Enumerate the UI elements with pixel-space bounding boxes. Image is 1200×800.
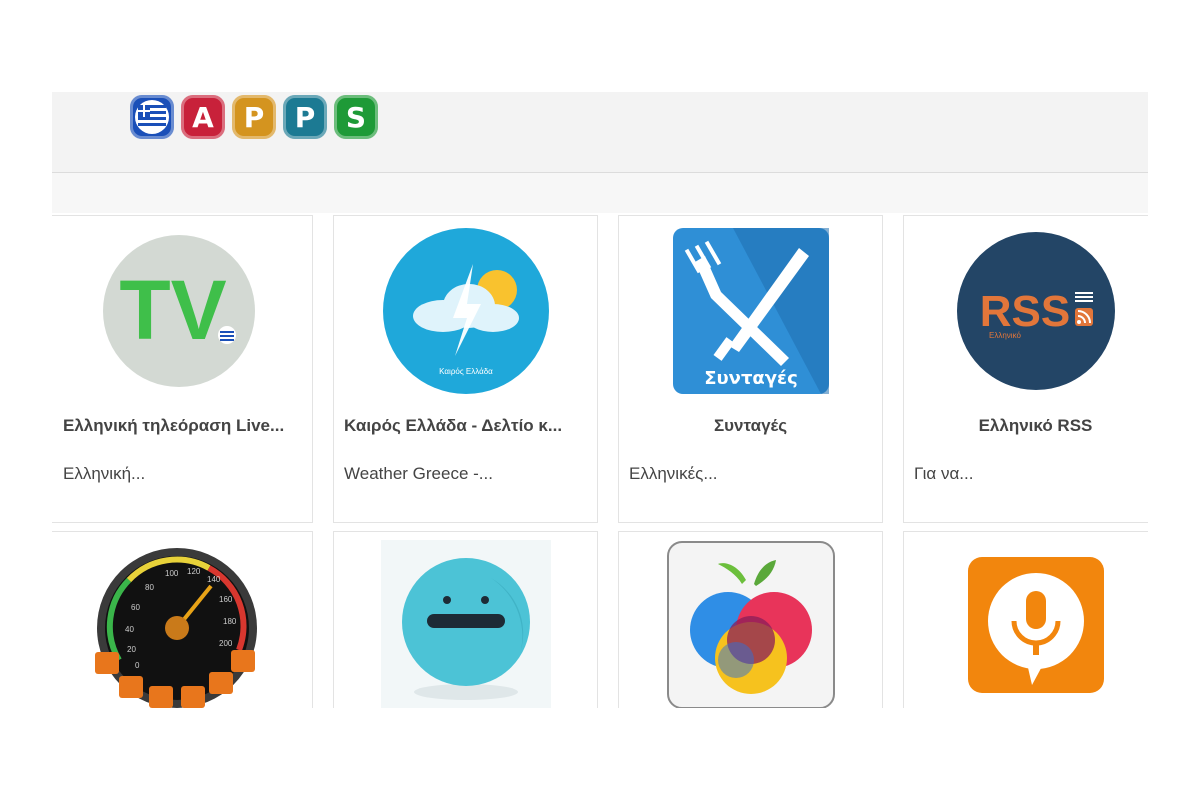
weather-icon-caption: Καιρός Ελλάδα <box>439 367 493 376</box>
tv-icon-text: TV <box>119 263 226 357</box>
gauge-tick: 20 <box>127 645 136 654</box>
weather-icon: Καιρός Ελλάδα <box>334 226 597 396</box>
logo-letter-p: P <box>283 95 327 139</box>
page-frame: A P P S TV Ελληνική τηλεόραση Live... Ελ… <box>52 92 1148 708</box>
greek-flag-icon <box>130 95 174 139</box>
app-description: Για να... <box>914 464 974 483</box>
app-card[interactable] <box>618 531 883 708</box>
app-title[interactable]: Καιρός Ελλάδα - Δελτίο κ... <box>344 416 587 436</box>
app-description: Weather Greece -... <box>344 464 493 483</box>
app-title[interactable]: Ελληνική τηλεόραση Live... <box>63 416 302 436</box>
app-card[interactable] <box>333 531 598 708</box>
rss-icon: RSS Ελληνικό <box>904 226 1148 396</box>
logo-letter-a: A <box>181 95 225 139</box>
app-title[interactable]: Ελληνικό RSS <box>914 416 1148 436</box>
gauge-tick: 60 <box>131 603 140 612</box>
gauge-tick: 0 <box>135 661 140 670</box>
smiley-icon <box>334 540 597 708</box>
rss-icon-caption: Ελληνικό <box>989 331 1021 340</box>
app-description: Ελληνικές... <box>629 464 718 483</box>
apps-logo[interactable]: A P P S <box>130 95 378 139</box>
gauge-tick: 160 <box>219 595 233 604</box>
sub-toolbar <box>52 173 1148 213</box>
logo-letter-s: S <box>334 95 378 139</box>
fork-knife-icon: Συνταγές <box>619 226 882 396</box>
gauge-tick: 80 <box>145 583 154 592</box>
rss-icon-text: RSS <box>979 287 1069 336</box>
gauge-tick: 200 <box>219 639 233 648</box>
gauge-tick: 40 <box>125 625 134 634</box>
app-card[interactable]: RSS Ελληνικό Ελληνικό RSS Για να... <box>903 215 1148 523</box>
gauge-tick: 180 <box>223 617 237 626</box>
app-title[interactable]: Συνταγές <box>629 416 872 436</box>
tv-icon: TV <box>52 226 312 396</box>
site-header: A P P S <box>52 92 1148 173</box>
app-card[interactable]: Συνταγές Συνταγές Ελληνικές... <box>618 215 883 523</box>
app-description: Ελληνική... <box>63 464 146 483</box>
recipes-icon-caption: Συνταγές <box>704 368 798 389</box>
app-card[interactable]: 20 40 60 80 100 120 140 160 180 200 0 <box>52 531 313 708</box>
app-card[interactable] <box>903 531 1148 708</box>
app-card[interactable]: Καιρός Ελλάδα Καιρός Ελλάδα - Δελτίο κ..… <box>333 215 598 523</box>
app-card[interactable]: TV Ελληνική τηλεόραση Live... Ελληνική..… <box>52 215 313 523</box>
logo-letter-p: P <box>232 95 276 139</box>
gauge-tick: 100 <box>165 569 179 578</box>
gauge-tick: 140 <box>207 575 221 584</box>
microphone-icon <box>904 540 1148 708</box>
gauge-tick: 120 <box>187 567 201 576</box>
speedometer-icon: 20 40 60 80 100 120 140 160 180 200 0 <box>52 540 312 708</box>
apple-icon <box>619 540 882 708</box>
